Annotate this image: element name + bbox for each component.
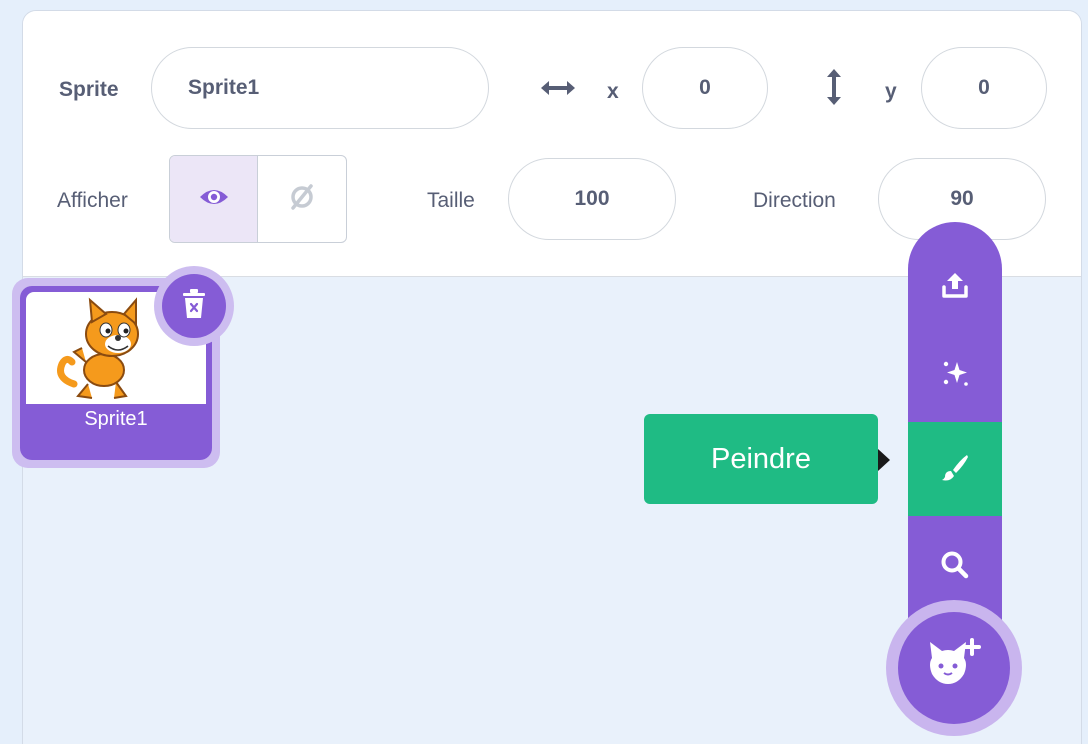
surprise-sprite-button[interactable] (908, 328, 1002, 422)
horizontal-arrows-icon (539, 77, 577, 104)
trash-icon (181, 288, 207, 325)
search-icon (940, 550, 970, 585)
direction-label: Direction (753, 189, 836, 212)
x-input[interactable]: 0 (642, 47, 768, 129)
delete-sprite-button[interactable] (162, 274, 226, 338)
eye-icon (199, 186, 229, 213)
show-sprite-button[interactable] (170, 156, 258, 242)
paint-tooltip: Peindre (644, 414, 878, 504)
add-sprite-cat-icon (924, 637, 984, 699)
visibility-toggle (169, 155, 347, 243)
y-label: y (885, 80, 897, 103)
paint-icon (940, 452, 970, 487)
size-label: Taille (427, 189, 475, 212)
vertical-arrows-icon (824, 67, 844, 112)
sprite-name-input[interactable]: Sprite1 (151, 47, 489, 129)
tooltip-arrow (878, 449, 890, 471)
sprite-name-label: Sprite (59, 78, 119, 101)
paint-sprite-button[interactable] (908, 422, 1002, 516)
upload-icon (940, 270, 970, 305)
sprite-tile-name: Sprite1 (84, 408, 148, 430)
upload-sprite-button[interactable] (908, 240, 1002, 334)
x-label: x (607, 80, 619, 103)
size-input[interactable]: 100 (508, 158, 676, 240)
eye-crossed-icon (287, 183, 317, 215)
y-input[interactable]: 0 (921, 47, 1047, 129)
show-label: Afficher (57, 189, 128, 212)
surprise-icon (940, 358, 970, 393)
add-sprite-menu (908, 222, 1002, 662)
add-sprite-button[interactable] (898, 612, 1010, 724)
hide-sprite-button[interactable] (258, 156, 346, 242)
